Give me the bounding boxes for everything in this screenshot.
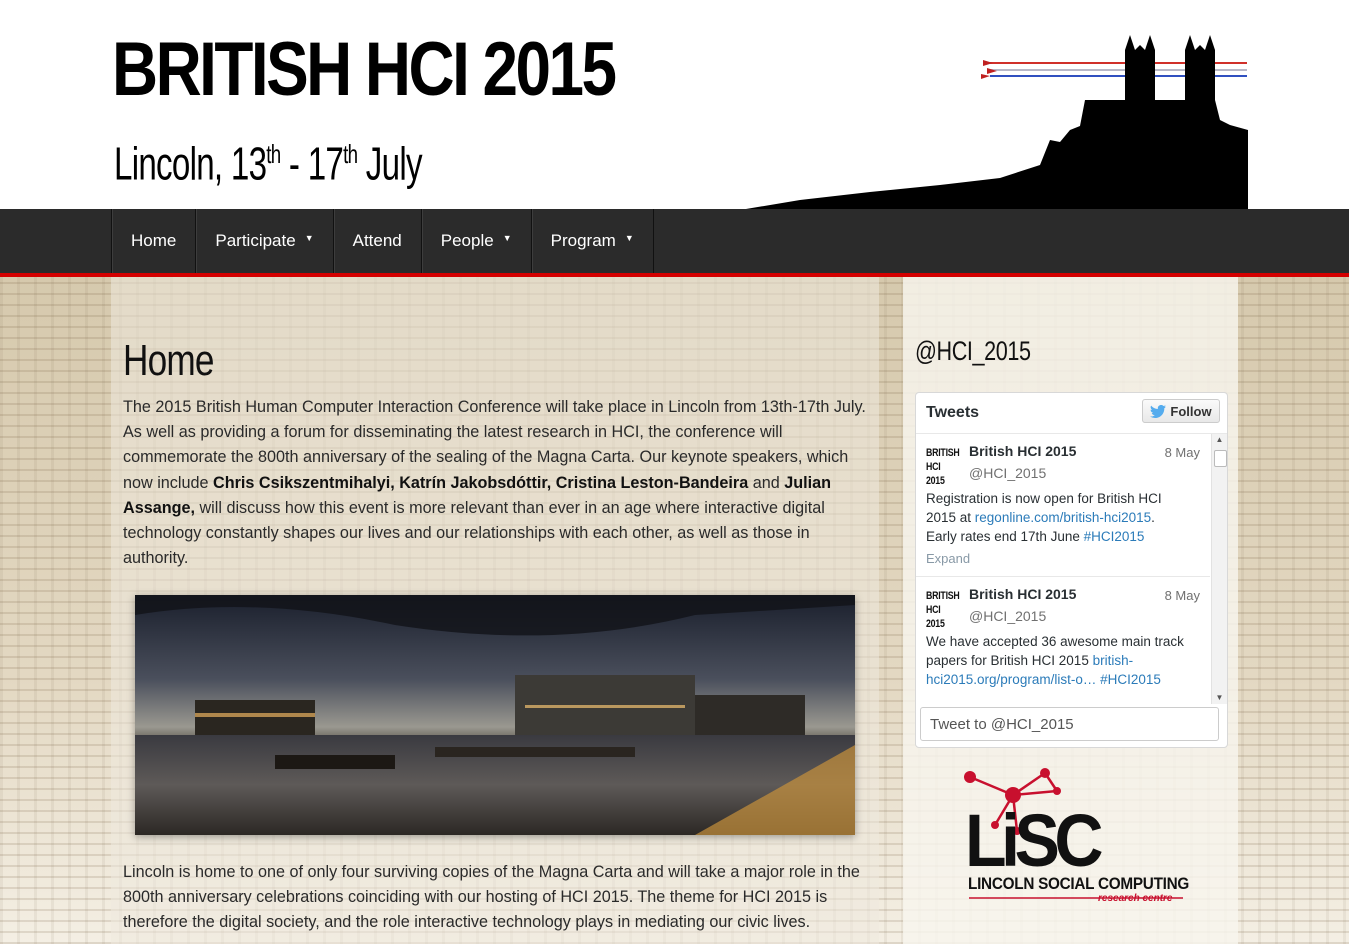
nav-item-label: People — [440, 231, 494, 250]
tweet-date[interactable]: 8 May — [1165, 445, 1200, 460]
follow-label: Follow — [1170, 403, 1212, 419]
tweet-author-handle[interactable]: @HCI_2015 — [969, 608, 1046, 624]
scroll-down-icon[interactable]: ▼ — [1212, 692, 1227, 704]
tweet-date[interactable]: 8 May — [1165, 588, 1200, 603]
tweet-text: We have accepted 36 awesome main track p… — [926, 632, 1186, 689]
subtitle-sup: th — [266, 139, 281, 169]
avatar[interactable]: BRITISH HCI 2015 — [926, 589, 960, 630]
tweet-item[interactable]: BRITISH HCI 2015 British HCI 2015 8 May @… — [916, 577, 1210, 704]
tweet-author-name[interactable]: British HCI 2015 — [969, 586, 1076, 602]
subtitle-sup: th — [343, 139, 358, 169]
scroll-up-icon[interactable]: ▲ — [1212, 434, 1227, 446]
subtitle-text: July — [357, 137, 423, 190]
tweet-text: Registration is now open for British HCI… — [926, 489, 1186, 546]
nav-item-label: Participate — [215, 231, 296, 250]
subtitle-text: - 17 — [280, 137, 344, 190]
subtitle-text: Lincoln, 13 — [114, 137, 267, 190]
tweet-to-input[interactable] — [920, 707, 1219, 741]
site-subtitle: Lincoln, 13th - 17th July — [114, 126, 423, 191]
nav-item-participate[interactable]: Participate ▼ — [196, 209, 334, 273]
keynote-speakers: Chris Csikszentmihalyi, Katrín Jakobsdót… — [213, 473, 749, 492]
caret-down-icon: ▼ — [304, 233, 314, 243]
nav-item-home[interactable]: Home — [112, 209, 197, 273]
follow-button[interactable]: Follow — [1142, 399, 1220, 423]
avatar-text: HCI 2015 — [926, 604, 945, 630]
nav-item-label: Attend — [352, 231, 402, 250]
caret-down-icon: ▼ — [502, 233, 512, 243]
lisc-logo-tagline: research centre — [1098, 893, 1173, 904]
nav-item-attend[interactable]: Attend — [334, 209, 422, 273]
intro-paragraph: The 2015 British Human Computer Interact… — [123, 395, 868, 571]
lisc-logo-name: LINCOLN SOCIAL COMPUTING — [968, 874, 1190, 893]
twitter-handle-heading: @HCI_2015 — [915, 336, 1031, 366]
tweet-text-segment: We have accepted 36 awesome main track p… — [926, 634, 1184, 668]
timeline-scrollbar[interactable]: ▲ ▼ — [1211, 434, 1227, 704]
timeline-header: Tweets Follow — [916, 393, 1227, 434]
twitter-bird-icon — [1150, 404, 1167, 418]
site-title[interactable]: BRITISH HCI 2015 — [112, 30, 617, 110]
nav-item-label: Program — [550, 231, 616, 250]
twitter-timeline-widget: Tweets Follow BRITISH HCI 2015 British HC… — [915, 392, 1228, 748]
tweet-author-handle[interactable]: @HCI_2015 — [969, 465, 1046, 481]
page-title: Home — [123, 336, 215, 385]
nav-menu: Home Participate ▼ Attend People ▼ Program… — [111, 209, 654, 273]
site-header: BRITISH HCI 2015 Lincoln, 13th - 17th Ju… — [0, 0, 1349, 210]
caret-down-icon: ▼ — [624, 233, 634, 243]
tweet-expand-link[interactable]: Expand — [926, 551, 970, 566]
nav-item-label: Home — [131, 231, 177, 250]
scroll-thumb[interactable] — [1214, 450, 1227, 467]
tweet-item[interactable]: BRITISH HCI 2015 British HCI 2015 8 May @… — [916, 434, 1210, 577]
hashtag-link[interactable]: #HCI2015 — [1100, 672, 1161, 687]
intro-text: and — [748, 473, 785, 492]
timeline-title: Tweets — [926, 404, 980, 421]
nav-item-people[interactable]: People ▼ — [422, 209, 532, 273]
tweet-link[interactable]: regonline.com/british-hci2015 — [975, 510, 1151, 525]
avatar[interactable]: BRITISH HCI 2015 — [926, 446, 960, 487]
lincoln-cathedral-skyline-illustration — [740, 35, 1248, 210]
hashtag-link[interactable]: #HCI2015 — [1084, 529, 1145, 544]
avatar-text: BRITISH — [926, 590, 960, 602]
avatar-text: BRITISH — [926, 447, 960, 459]
lincoln-marina-photo — [135, 595, 855, 835]
intro-text: will discuss how this event is more rele… — [123, 498, 825, 568]
nav-item-program[interactable]: Program ▼ — [532, 209, 654, 273]
magna-carta-paragraph: Lincoln is home to one of only four surv… — [123, 863, 860, 932]
main-navbar: Home Participate ▼ Attend People ▼ Program… — [0, 209, 1349, 277]
lisc-logo-letters: LiSC — [965, 799, 1104, 882]
tweet-list: BRITISH HCI 2015 British HCI 2015 8 May @… — [916, 434, 1210, 704]
tweet-author-name[interactable]: British HCI 2015 — [969, 443, 1076, 459]
avatar-text: HCI 2015 — [926, 461, 945, 487]
